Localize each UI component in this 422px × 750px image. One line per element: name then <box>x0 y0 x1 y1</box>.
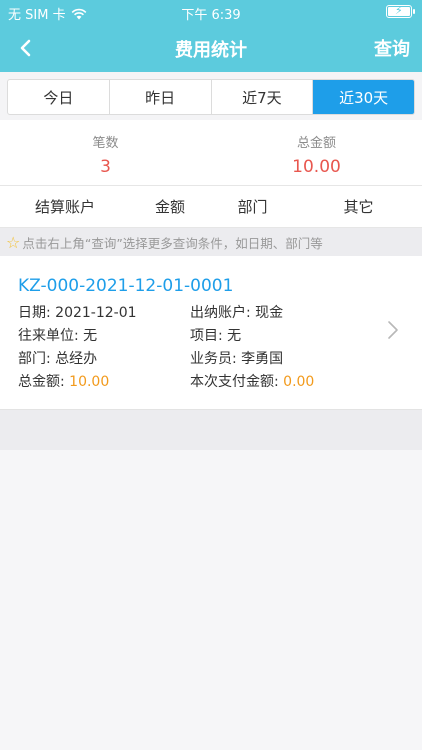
count-value: 3 <box>100 157 111 177</box>
record-paid-label: 本次支付金额: <box>190 374 279 390</box>
battery-charging-icon: ⚡ <box>386 4 415 18</box>
status-time: 下午 6:39 <box>181 8 241 23</box>
record-project-value: 无 <box>227 328 242 344</box>
record-date-label: 日期: <box>18 305 51 321</box>
record-project: 项目: 无 <box>190 325 241 345</box>
count-summary: 笔数 3 <box>0 132 211 177</box>
record-department-label: 部门: <box>18 351 51 367</box>
record-total-value: 10.00 <box>69 374 110 390</box>
hint-text: 点击右上角“查询”选择更多查询条件，如日期、部门等 <box>22 235 323 251</box>
record-unit-value: 无 <box>83 328 98 344</box>
tab-last-30-days[interactable]: 近30天 <box>313 80 414 114</box>
record-staff-label: 业务员: <box>190 351 237 367</box>
record-staff-value: 李勇国 <box>241 351 284 367</box>
record-date: 日期: 2021-12-01 <box>18 302 137 322</box>
column-header-row: 结算账户 金额 部门 其它 <box>0 186 422 228</box>
record-paid: 本次支付金额: 0.00 <box>190 371 314 391</box>
column-amount[interactable]: 金额 <box>130 186 210 227</box>
record-total-label: 总金额: <box>18 374 65 390</box>
tab-last-7-days[interactable]: 近7天 <box>212 80 314 114</box>
date-range-tabs-bar: 今日 昨日 近7天 近30天 <box>0 72 422 120</box>
column-account[interactable]: 结算账户 <box>0 186 130 227</box>
page-title: 费用统计 <box>175 40 247 61</box>
status-bar: 无 SIM 卡 下午 6:39 ⚡ <box>0 0 422 24</box>
summary-panel: 笔数 3 总金额 10.00 <box>0 120 422 186</box>
total-summary: 总金额 10.00 <box>211 132 422 177</box>
empty-area <box>0 450 422 750</box>
nav-bar: 费用统计 查询 <box>0 24 422 72</box>
record-department-value: 总经办 <box>55 351 98 367</box>
record-date-value: 2021-12-01 <box>55 305 137 321</box>
chevron-right-icon <box>388 321 398 339</box>
record-department: 部门: 总经办 <box>18 348 97 368</box>
date-range-tabs: 今日 昨日 近7天 近30天 <box>7 79 415 115</box>
record-unit-label: 往来单位: <box>18 328 79 344</box>
record-paid-value: 0.00 <box>283 374 315 390</box>
record-total: 总金额: 10.00 <box>18 371 109 391</box>
record-account-label: 出纳账户: <box>190 305 251 321</box>
record-account: 出纳账户: 现金 <box>190 302 283 322</box>
record-unit: 往来单位: 无 <box>18 325 97 345</box>
tab-yesterday[interactable]: 昨日 <box>110 80 212 114</box>
total-value: 10.00 <box>292 157 341 177</box>
record-account-value: 现金 <box>255 305 284 321</box>
column-department[interactable]: 部门 <box>210 186 295 227</box>
query-button[interactable]: 查询 <box>374 35 410 61</box>
list-footer <box>0 410 422 450</box>
record-project-label: 项目: <box>190 328 223 344</box>
record-id: KZ-000-2021-12-01-0001 <box>18 276 234 296</box>
tab-today[interactable]: 今日 <box>8 80 110 114</box>
query-hint: ☆ 点击右上角“查询”选择更多查询条件，如日期、部门等 <box>0 228 422 256</box>
record-staff: 业务员: 李勇国 <box>190 348 283 368</box>
list-item[interactable]: KZ-000-2021-12-01-0001 日期: 2021-12-01 出纳… <box>0 256 422 410</box>
header: 无 SIM 卡 下午 6:39 ⚡ 费用统计 查询 <box>0 0 422 72</box>
column-other[interactable]: 其它 <box>295 186 422 227</box>
star-icon: ☆ <box>6 232 21 252</box>
total-label: 总金额 <box>296 136 336 151</box>
count-label: 笔数 <box>92 136 119 151</box>
